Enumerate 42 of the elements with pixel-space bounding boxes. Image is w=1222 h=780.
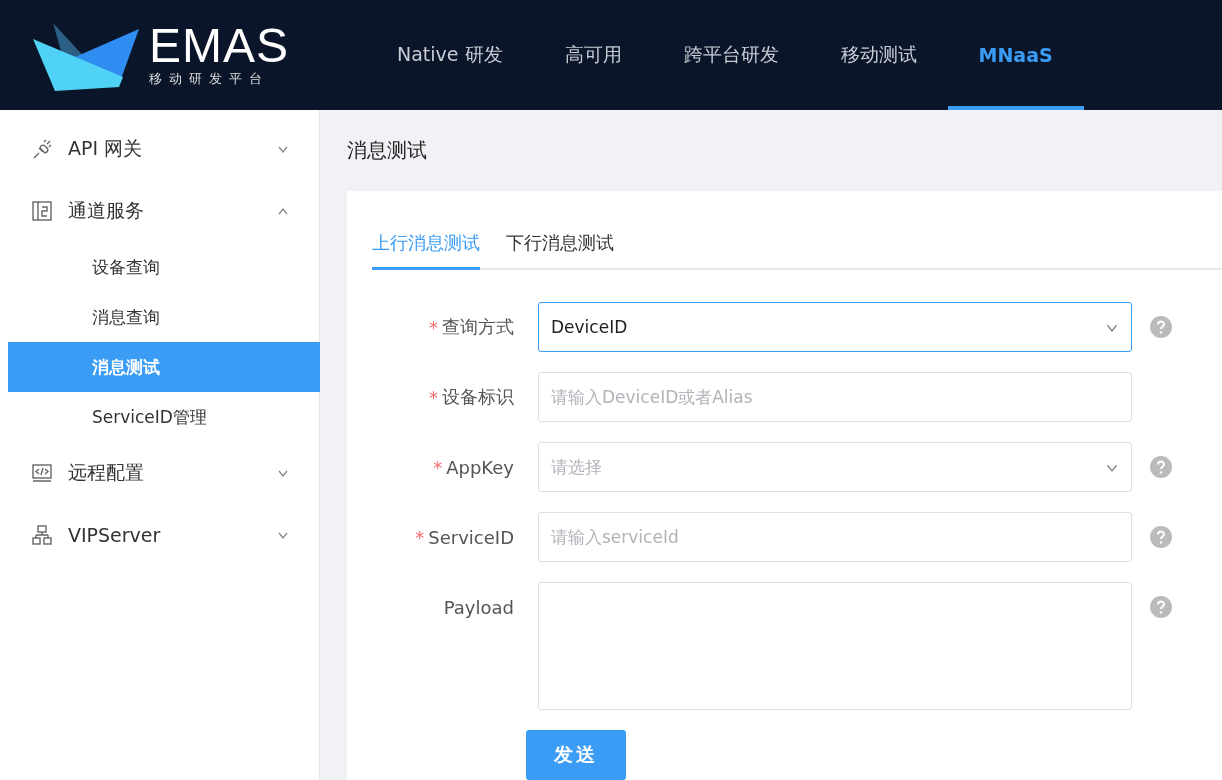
field-label: Payload [443, 596, 514, 618]
logo-wordmark: EMAS [149, 22, 289, 70]
nav-tab[interactable]: 移动测试 [809, 0, 948, 110]
required-mark: * [429, 386, 438, 408]
nav-tab[interactable]: 高可用 [533, 0, 653, 110]
chevron-icon [277, 207, 289, 215]
help-icon[interactable] [1150, 596, 1172, 618]
help-icon[interactable] [1150, 526, 1172, 548]
sidebar-subitem[interactable]: ServiceID管理 [8, 392, 320, 442]
logo-subtitle: 移动研发平台 [149, 70, 270, 88]
required-mark: * [433, 456, 443, 478]
field-label: ServiceID [428, 526, 514, 548]
nav-tab[interactable]: Native 研发 [366, 0, 534, 110]
textarea-field[interactable] [538, 582, 1132, 710]
chevron-icon [277, 531, 289, 539]
document-icon [30, 199, 54, 223]
chevron-icon [1105, 462, 1119, 472]
sidebar-item[interactable]: 通道服务 [0, 180, 319, 242]
sidebar-item[interactable]: API 网关 [0, 118, 319, 180]
chevron-icon [1105, 322, 1119, 332]
help-icon[interactable] [1150, 316, 1172, 338]
sidebar-item[interactable]: VIPServer [0, 504, 319, 566]
network-icon [30, 523, 54, 547]
nav-tab[interactable]: MNaaS [947, 0, 1084, 110]
help-icon[interactable] [1150, 456, 1172, 478]
select-field[interactable]: DeviceID [538, 302, 1132, 352]
field-label: 设备标识 [442, 385, 514, 409]
field-label: 查询方式 [442, 315, 514, 339]
input-field[interactable]: 请输入DeviceID或者Alias [538, 372, 1132, 422]
required-mark: * [429, 316, 438, 338]
required-mark: * [415, 526, 425, 548]
field-label: AppKey [446, 456, 514, 478]
code-icon [30, 461, 54, 485]
sidebar-subitem[interactable]: 设备查询 [8, 242, 320, 292]
page-title: 消息测试 [347, 137, 427, 164]
input-field[interactable]: 请输入serviceId [538, 512, 1132, 562]
tab[interactable]: 下行消息测试 [506, 221, 614, 270]
chevron-icon [277, 469, 289, 477]
nav-tab[interactable]: 跨平台研发 [652, 0, 810, 110]
sidebar-item[interactable]: 远程配置 [0, 442, 319, 504]
sidebar-subitem[interactable]: 消息查询 [8, 292, 320, 342]
chevron-icon [277, 145, 289, 153]
